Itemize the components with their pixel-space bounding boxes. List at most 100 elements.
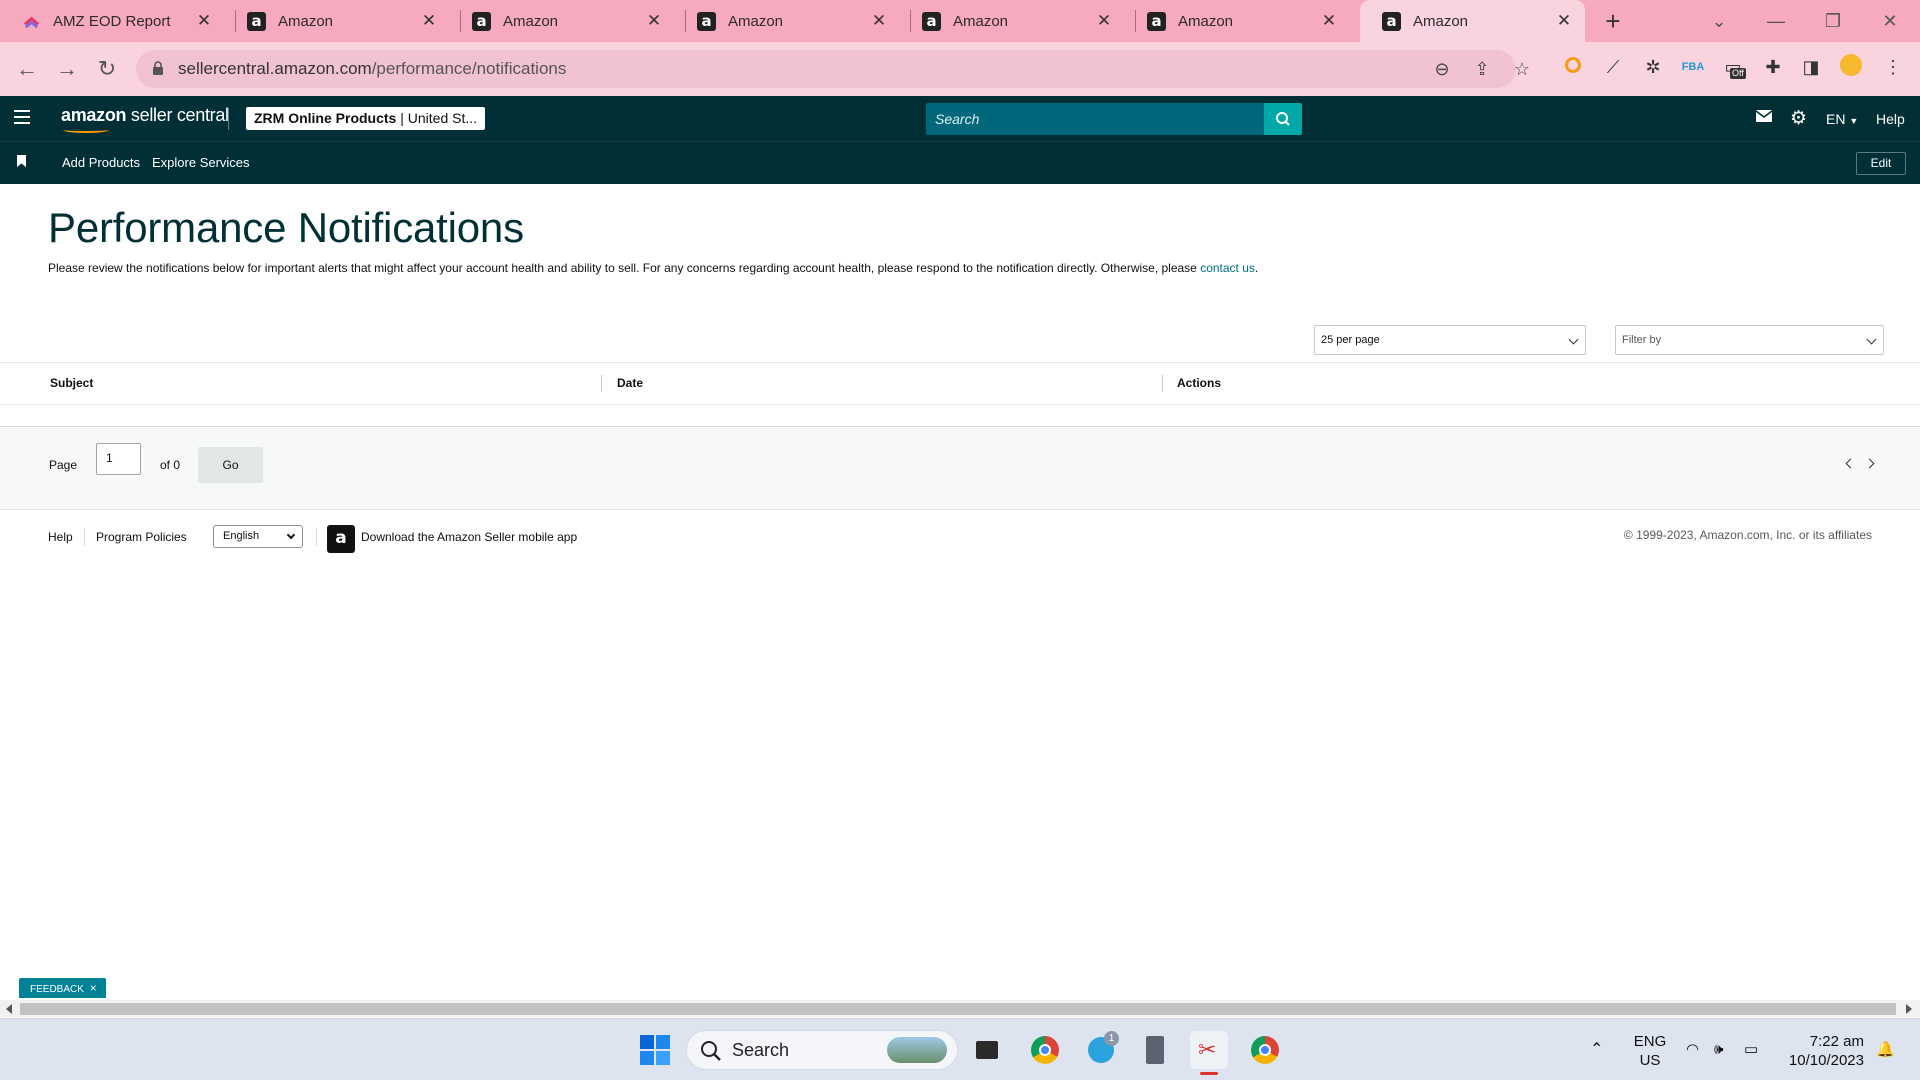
gear-icon[interactable]: ⚙ bbox=[1790, 109, 1807, 129]
taskbar-search-input[interactable]: Search bbox=[686, 1030, 958, 1070]
filter-select[interactable]: Filter by bbox=[1615, 325, 1884, 355]
chrome-profile-icon[interactable] bbox=[1246, 1031, 1284, 1069]
wifi-icon[interactable]: ◠ bbox=[1686, 1040, 1699, 1059]
close-icon[interactable]: ✕ bbox=[870, 12, 888, 30]
new-tab-button[interactable]: + bbox=[1598, 6, 1628, 36]
browser-tab[interactable]: a Amazon ✕ bbox=[450, 0, 675, 42]
browser-tab-active[interactable]: a Amazon ✕ bbox=[1360, 0, 1585, 42]
restore-button[interactable]: ❐ bbox=[1813, 6, 1853, 36]
minimize-button[interactable]: — bbox=[1756, 6, 1796, 36]
seller-central-logo[interactable]: amazon seller central bbox=[61, 105, 229, 133]
task-view-icon[interactable] bbox=[968, 1031, 1006, 1069]
input-language[interactable]: ENG US bbox=[1628, 1032, 1672, 1070]
share-icon[interactable]: ⇪ bbox=[1470, 57, 1494, 81]
program-policies-link[interactable]: Program Policies bbox=[96, 530, 187, 544]
clock[interactable]: 7:22 am 10/10/2023 bbox=[1782, 1032, 1864, 1070]
browser-tab[interactable]: a Amazon ✕ bbox=[1125, 0, 1350, 42]
profile-avatar[interactable] bbox=[1838, 54, 1864, 80]
reload-icon[interactable]: ↻ bbox=[92, 54, 122, 84]
mail-icon[interactable] bbox=[1755, 109, 1773, 129]
help-link[interactable]: Help bbox=[1876, 109, 1905, 129]
go-button[interactable]: Go bbox=[198, 447, 263, 483]
footer-language-select[interactable]: English bbox=[213, 525, 303, 548]
close-icon[interactable]: ✕ bbox=[645, 12, 663, 30]
snipping-tool-icon[interactable]: ✂ bbox=[1190, 1031, 1228, 1075]
search-button[interactable] bbox=[1264, 103, 1302, 135]
chrome-icon[interactable] bbox=[1026, 1031, 1064, 1069]
amazon-app-icon[interactable]: a bbox=[327, 525, 355, 553]
close-icon[interactable]: × bbox=[90, 981, 97, 995]
previous-page-icon[interactable] bbox=[1845, 458, 1856, 469]
footer-language-value: English bbox=[223, 530, 260, 542]
close-icon[interactable]: ✕ bbox=[420, 12, 438, 30]
search-highlight-icon bbox=[887, 1037, 947, 1063]
explore-services-link[interactable]: Explore Services bbox=[152, 142, 250, 184]
tab-search-chevron-icon[interactable]: ⌄ bbox=[1699, 6, 1739, 36]
scrollbar-thumb[interactable] bbox=[20, 1003, 1896, 1015]
puzzle-icon[interactable]: ✚ bbox=[1760, 54, 1786, 80]
extension-blue-icon[interactable]: ✲ bbox=[1640, 54, 1666, 80]
zoom-icon[interactable]: ⊖ bbox=[1430, 57, 1454, 81]
windows-taskbar: Search 1 ✂ ⌃ ENG US ◠ 🕪 ▭ 7:22 am 10/10/20… bbox=[0, 1018, 1920, 1080]
extension-swoosh-icon[interactable]: ⟋ bbox=[1600, 54, 1626, 80]
chevron-down-icon bbox=[1568, 334, 1579, 345]
search-icon bbox=[1276, 112, 1290, 126]
fba-extension-icon[interactable]: FBA bbox=[1680, 54, 1706, 80]
browser-tab[interactable]: a Amazon ✕ bbox=[225, 0, 450, 42]
close-icon[interactable]: ✕ bbox=[195, 12, 213, 30]
column-header-subject[interactable]: Subject bbox=[50, 363, 93, 404]
account-switcher[interactable]: ZRM Online Products | United St... bbox=[246, 107, 486, 130]
page-footer: Help Program Policies English a Download… bbox=[0, 512, 1920, 560]
windows-start-icon[interactable] bbox=[636, 1031, 674, 1069]
volume-icon[interactable]: 🕪 bbox=[1714, 1040, 1723, 1059]
side-panel-icon[interactable]: ◨ bbox=[1798, 54, 1824, 80]
language-code: EN bbox=[1826, 111, 1846, 127]
forward-arrow-icon[interactable]: → bbox=[52, 54, 82, 84]
scroll-left-icon[interactable] bbox=[6, 1004, 12, 1014]
column-header-actions: Actions bbox=[1177, 376, 1222, 390]
download-app-link[interactable]: Download the Amazon Seller mobile app bbox=[361, 530, 577, 544]
amazon-a-icon: a bbox=[922, 11, 941, 31]
tab-title: AMZ EOD Report bbox=[53, 12, 171, 30]
language-selector[interactable]: EN ▼ bbox=[1826, 109, 1858, 131]
feedback-label: FEEDBACK bbox=[30, 984, 84, 995]
chrome-menu-icon[interactable]: ⋮ bbox=[1880, 54, 1906, 80]
telegram-icon[interactable]: 1 bbox=[1082, 1031, 1120, 1069]
url-path: /performance/notifications bbox=[371, 59, 567, 78]
edit-button[interactable]: Edit bbox=[1856, 152, 1906, 175]
calculator-icon[interactable] bbox=[1136, 1031, 1174, 1069]
back-arrow-icon[interactable]: ← bbox=[12, 54, 42, 84]
contact-us-link[interactable]: contact us bbox=[1200, 261, 1255, 275]
footer-help-link[interactable]: Help bbox=[48, 530, 73, 544]
per-page-select[interactable]: 25 per page bbox=[1314, 325, 1586, 355]
notification-bell-icon[interactable]: 🔔 bbox=[1876, 1040, 1895, 1059]
browser-tab[interactable]: a Amazon ✕ bbox=[675, 0, 900, 42]
page-number-input[interactable]: 1 bbox=[96, 443, 141, 475]
browser-tab[interactable]: AMZ EOD Report ✕ bbox=[0, 0, 225, 42]
per-page-value: 25 per page bbox=[1321, 334, 1380, 346]
close-window-button[interactable]: ✕ bbox=[1870, 6, 1910, 36]
pagination-bar: Page 1 of 0 Go bbox=[0, 428, 1920, 510]
chevron-down-icon bbox=[1866, 334, 1877, 345]
extension-toggle-icon[interactable]: ▭ Off bbox=[1720, 54, 1746, 80]
browser-tab[interactable]: a Amazon ✕ bbox=[900, 0, 1125, 42]
hamburger-menu-icon[interactable] bbox=[14, 110, 30, 124]
bookmark-icon[interactable] bbox=[17, 155, 26, 167]
intro-text: Please review the notifications below fo… bbox=[48, 260, 1288, 277]
scroll-right-icon[interactable] bbox=[1906, 1004, 1912, 1014]
close-icon[interactable]: ✕ bbox=[1555, 12, 1573, 30]
chevron-up-icon[interactable]: ⌃ bbox=[1590, 1040, 1603, 1059]
close-icon[interactable]: ✕ bbox=[1320, 12, 1338, 30]
extension-orange-icon[interactable] bbox=[1560, 54, 1586, 80]
feedback-button[interactable]: FEEDBACK × bbox=[19, 978, 106, 998]
close-icon[interactable]: ✕ bbox=[1095, 12, 1113, 30]
column-header-date[interactable]: Date bbox=[617, 363, 643, 404]
filter-placeholder: Filter by bbox=[1622, 334, 1662, 346]
address-bar[interactable]: sellercentral.amazon.com/performance/not… bbox=[136, 50, 1530, 88]
next-page-icon[interactable] bbox=[1864, 458, 1875, 469]
battery-icon[interactable]: ▭ bbox=[1744, 1040, 1758, 1059]
search-input[interactable]: Search bbox=[926, 103, 1264, 135]
horizontal-scrollbar[interactable] bbox=[0, 1000, 1920, 1017]
bookmark-star-icon[interactable]: ☆ bbox=[1510, 57, 1534, 81]
add-products-link[interactable]: Add Products bbox=[62, 142, 140, 184]
